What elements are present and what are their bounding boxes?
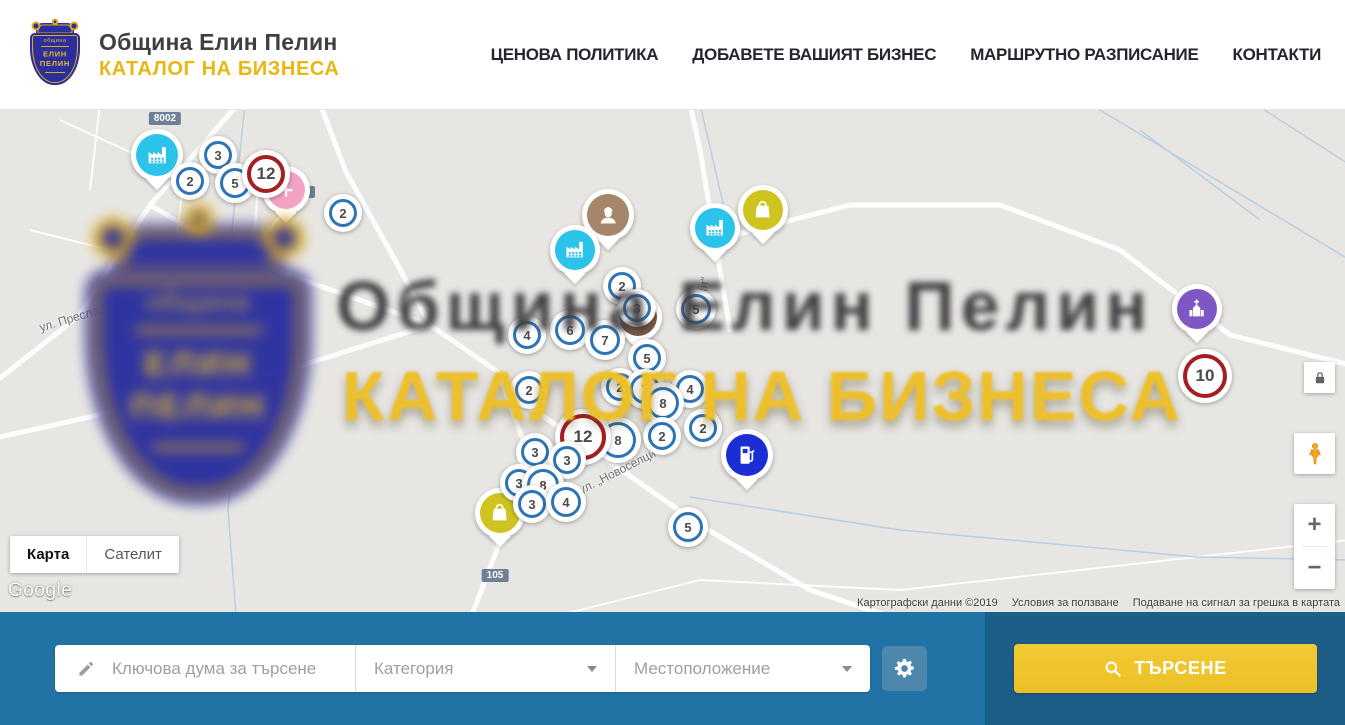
cluster-marker[interactable]: 5 — [668, 507, 708, 547]
emblem-name-line2: ПЕЛИН — [40, 59, 70, 68]
search-bar: Категория Местоположение ТЪРСЕНЕ — [0, 612, 1345, 725]
factory-pin[interactable] — [550, 225, 600, 275]
factory-icon — [555, 230, 595, 270]
cluster-marker[interactable]: 2 — [171, 162, 209, 200]
cluster-marker[interactable]: 5 — [676, 289, 716, 329]
cluster-marker[interactable]: 2 — [510, 371, 548, 409]
chevron-down-icon — [587, 666, 597, 672]
nav-add-your-business[interactable]: ДОБАВЕТЕ ВАШИЯТ БИЗНЕС — [692, 45, 936, 65]
fuel-pump-pin[interactable] — [721, 429, 773, 481]
pencil-icon — [77, 659, 96, 678]
header: община ЕЛИН ПЕЛИН Община Елин Пелин КАТА… — [0, 0, 1345, 110]
cluster-marker[interactable]: 2 — [684, 409, 722, 447]
map-type-satellite-button[interactable]: Сателит — [86, 536, 179, 573]
lock-button[interactable] — [1304, 362, 1335, 393]
cluster-marker[interactable]: 4 — [508, 316, 546, 354]
factory-icon — [695, 208, 735, 248]
cluster-marker[interactable]: 10 — [1178, 349, 1232, 403]
map-type-map-button[interactable]: Карта — [10, 536, 86, 573]
header-logo[interactable]: община ЕЛИН ПЕЛИН Община Елин Пелин КАТА… — [30, 22, 339, 88]
church-icon — [1177, 289, 1217, 329]
zoom-out-button[interactable]: − — [1294, 547, 1335, 589]
church-pin[interactable] — [1172, 284, 1222, 334]
cluster-marker[interactable]: 4 — [546, 482, 586, 522]
pegman-icon — [1302, 441, 1328, 467]
search-panel: Категория Местоположение — [55, 645, 870, 692]
site-title: Община Елин Пелин — [99, 29, 339, 56]
terms-of-use-link[interactable]: Условия за ползване — [1012, 597, 1119, 609]
nav-pricing-policy[interactable]: ЦЕНОВА ПОЛИТИКА — [491, 45, 659, 65]
report-map-error-link[interactable]: Подаване на сигнал за грешка в картата — [1133, 597, 1340, 609]
nav-route-schedule[interactable]: МАРШРУТНО РАЗПИСАНИЕ — [970, 45, 1198, 65]
location-select-value: Местоположение — [634, 659, 770, 679]
cluster-marker[interactable]: 7 — [585, 320, 625, 360]
category-select[interactable]: Категория — [355, 645, 615, 692]
search-button-label: ТЪРСЕНЕ — [1134, 658, 1226, 679]
shopping-bag-icon — [743, 190, 783, 230]
gear-icon — [893, 657, 916, 680]
keyword-input[interactable] — [110, 658, 341, 680]
chevron-down-icon — [842, 666, 852, 672]
search-icon — [1103, 659, 1122, 678]
zoom-control: + − — [1294, 504, 1335, 589]
zoom-in-button[interactable]: + — [1294, 504, 1335, 546]
emblem-top-text: община — [44, 37, 67, 43]
search-button[interactable]: ТЪРСЕНЕ — [1014, 644, 1317, 693]
google-logo[interactable]: Google — [8, 580, 72, 602]
cluster-marker[interactable]: 12 — [242, 150, 290, 198]
cluster-marker[interactable]: 6 — [550, 310, 590, 350]
pegman-button[interactable] — [1294, 433, 1335, 474]
map-type-control: Карта Сателит — [10, 536, 179, 573]
cluster-marker[interactable]: 3 — [618, 289, 656, 327]
cluster-marker[interactable]: 2 — [324, 194, 362, 232]
map-canvas[interactable]: 8002105ул. Преславбул. „Новоселци“ци“ 32… — [0, 110, 1345, 612]
search-bar-right: ТЪРСЕНЕ — [985, 612, 1345, 725]
map-attribution: Картографски данни ©2019 Условия за полз… — [857, 597, 1340, 609]
search-bar-left: Категория Местоположение — [0, 612, 985, 725]
main-nav: ЦЕНОВА ПОЛИТИКА ДОБАВЕТЕ ВАШИЯТ БИЗНЕС М… — [491, 45, 1321, 65]
lock-icon — [1311, 369, 1329, 387]
factory-pin[interactable] — [690, 203, 740, 253]
keyword-field — [55, 645, 355, 692]
nav-contacts[interactable]: КОНТАКТИ — [1233, 45, 1321, 65]
cluster-marker[interactable]: 2 — [643, 417, 681, 455]
advanced-search-button[interactable] — [882, 646, 927, 691]
emblem-name-line1: ЕЛИН — [43, 50, 67, 59]
attribution-copyright: Картографски данни ©2019 — [857, 597, 998, 609]
site-subtitle: КАТАЛОГ НА БИЗНЕСА — [99, 58, 339, 81]
location-select[interactable]: Местоположение — [615, 645, 870, 692]
shopping-bag-pin[interactable] — [738, 185, 788, 235]
fuel-pump-icon — [726, 434, 768, 476]
category-select-value: Категория — [374, 659, 453, 679]
factory-icon — [136, 134, 178, 176]
municipality-emblem: община ЕЛИН ПЕЛИН — [30, 22, 85, 88]
